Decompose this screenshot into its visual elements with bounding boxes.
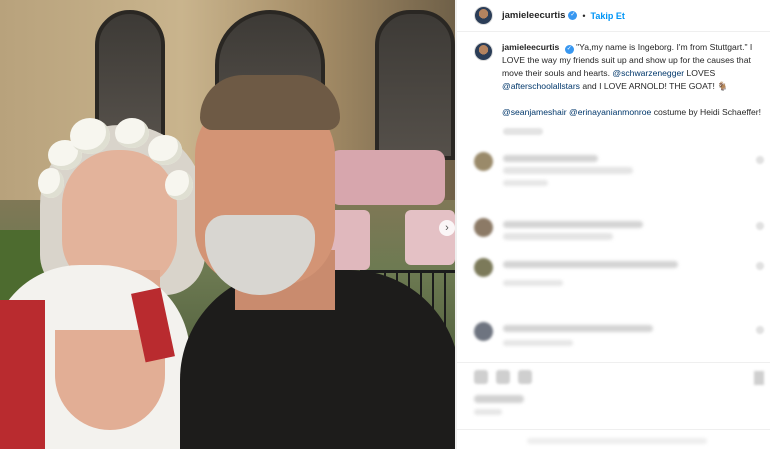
action-bar xyxy=(474,370,532,384)
woman-vest xyxy=(0,300,45,449)
flower-crown-flower xyxy=(38,168,64,198)
comment-text-blurred xyxy=(503,325,653,332)
heart-icon[interactable] xyxy=(756,326,764,334)
photo-chair xyxy=(405,210,455,265)
verified-badge-icon: ✓ xyxy=(568,11,578,20)
chevron-right-icon[interactable]: › xyxy=(439,220,455,236)
avatar xyxy=(474,218,493,237)
follow-button[interactable]: Takip Et xyxy=(591,11,625,21)
avatar xyxy=(474,322,493,341)
heart-icon[interactable] xyxy=(756,262,764,270)
mention-link[interactable]: @schwarzenegger xyxy=(612,68,684,78)
comment-text-blurred xyxy=(503,155,598,162)
comment-blurred xyxy=(474,218,764,258)
comment-blurred xyxy=(474,322,764,362)
caption-text: jamieleecurtis ✓ "Ya,my name is Ingeborg… xyxy=(502,41,764,119)
avatar[interactable] xyxy=(474,42,493,61)
post-date-blurred xyxy=(474,409,502,415)
comment-blurred xyxy=(474,258,764,298)
verified-badge-icon: ✓ xyxy=(564,45,574,54)
avatar xyxy=(474,258,493,277)
heart-icon[interactable] xyxy=(756,156,764,164)
caption-timestamp-blurred xyxy=(503,128,543,135)
post-photo[interactable]: › xyxy=(0,0,455,449)
post-actions-footer xyxy=(457,362,770,449)
photo-sofa xyxy=(330,150,445,205)
flower-crown-flower xyxy=(115,118,149,148)
post-sidebar: jamieleecurtis ✓ • Takip Et jamieleecurt… xyxy=(457,0,770,449)
mention-link[interactable]: @erinayanianmonroe xyxy=(569,107,651,117)
comment-blurred xyxy=(474,152,764,192)
mention-link[interactable]: @afterschoolallstars xyxy=(502,81,580,91)
comment-text-blurred xyxy=(503,221,643,228)
caption-username[interactable]: jamieleecurtis xyxy=(502,42,559,52)
caption-text-part: LOVES xyxy=(686,68,716,78)
avatar xyxy=(474,152,493,171)
flower-crown-flower xyxy=(165,170,193,200)
add-comment-field[interactable] xyxy=(457,429,770,449)
comment-text-blurred xyxy=(503,167,633,174)
post-caption: jamieleecurtis ✓ "Ya,my name is Ingeborg… xyxy=(474,41,764,119)
flower-crown-flower xyxy=(148,135,182,165)
heart-icon[interactable] xyxy=(474,370,488,384)
comment-meta-blurred xyxy=(503,280,563,286)
post-header: jamieleecurtis ✓ • Takip Et xyxy=(457,0,770,32)
mention-link[interactable]: @seanjameshair xyxy=(502,107,567,117)
man-hair xyxy=(200,75,340,130)
caption-text-part: and I LOVE ARNOLD! THE GOAT! 🐐 xyxy=(582,81,728,91)
bookmark-icon[interactable] xyxy=(754,371,764,385)
photo-arch-window xyxy=(375,10,455,160)
header-username[interactable]: jamieleecurtis xyxy=(502,10,565,21)
share-icon[interactable] xyxy=(518,370,532,384)
header-separator: • xyxy=(582,10,586,21)
comment-icon[interactable] xyxy=(496,370,510,384)
add-comment-placeholder-blurred xyxy=(527,438,707,444)
comment-text-blurred xyxy=(503,233,613,240)
flower-crown-flower xyxy=(70,118,110,154)
comment-meta-blurred xyxy=(503,180,548,186)
comment-meta-blurred xyxy=(503,340,573,346)
heart-icon[interactable] xyxy=(756,222,764,230)
avatar[interactable] xyxy=(474,6,493,25)
likes-count-blurred xyxy=(474,395,524,403)
caption-text-part: costume by Heidi Schaeffer! xyxy=(653,107,762,117)
comment-text-blurred xyxy=(503,261,678,268)
